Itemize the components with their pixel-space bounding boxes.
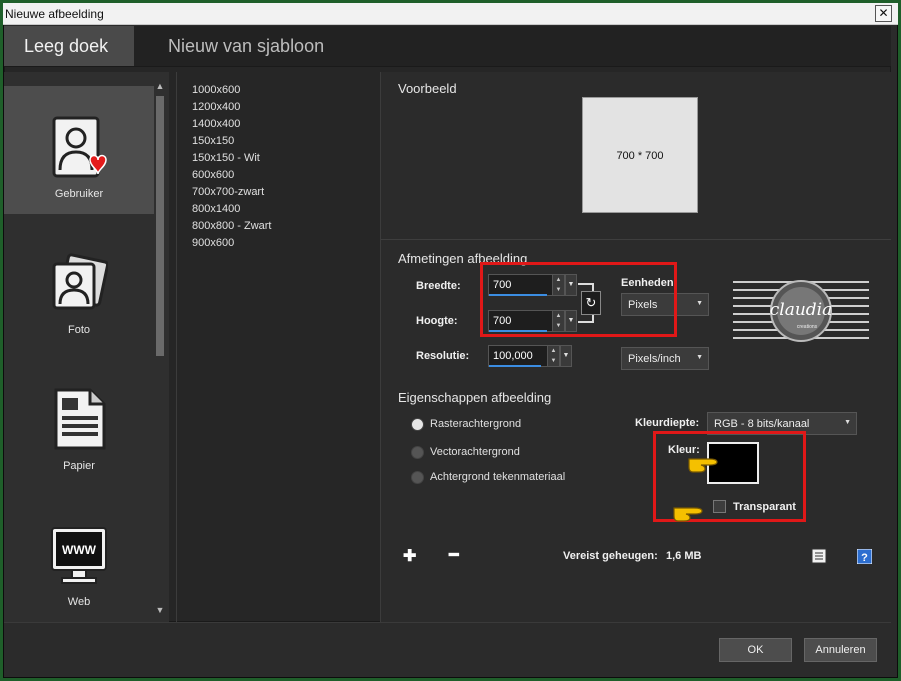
- resolution-value: 100,000: [493, 350, 533, 362]
- scroll-down-icon[interactable]: ▼: [154, 604, 166, 616]
- template-item[interactable]: 800x1400: [192, 201, 372, 218]
- user-icon: [52, 116, 107, 178]
- claudia-logo: claudia creations: [733, 280, 869, 342]
- template-item[interactable]: 150x150 - Wit: [192, 150, 372, 167]
- remove-template-icon[interactable]: ━: [449, 545, 459, 565]
- logo-text: claudia: [770, 300, 833, 320]
- resolution-dropdown-icon[interactable]: ▼: [560, 345, 572, 367]
- radio-art-media[interactable]: [411, 471, 424, 484]
- template-item[interactable]: 600x600: [192, 167, 372, 184]
- logo-subtext: creations: [797, 324, 818, 330]
- svg-text:?: ?: [861, 552, 868, 564]
- properties-title: Eigenschappen afbeelding: [398, 390, 552, 405]
- category-label: Gebruiker: [54, 188, 104, 200]
- category-papier[interactable]: Papier: [4, 358, 154, 486]
- add-template-icon[interactable]: ✚: [403, 546, 416, 566]
- chevron-down-icon: ▼: [696, 354, 703, 361]
- paper-icon: [54, 388, 106, 450]
- scroll-up-icon[interactable]: ▲: [154, 80, 166, 92]
- width-label: Breedte:: [416, 280, 461, 292]
- footer-divider: [4, 622, 891, 623]
- category-gebruiker[interactable]: Gebruiker: [4, 86, 154, 214]
- template-item[interactable]: 1000x600: [192, 82, 372, 99]
- resolution-units-select[interactable]: Pixels/inch ▼: [621, 347, 709, 370]
- document-icon[interactable]: [811, 548, 827, 564]
- category-label: Web: [67, 596, 91, 608]
- template-item[interactable]: 800x800 - Zwart: [192, 218, 372, 235]
- depth-value: RGB - 8 bits/kanaal: [714, 418, 810, 430]
- focus-underline: [489, 365, 541, 367]
- radio-label[interactable]: Rasterachtergrond: [430, 418, 521, 430]
- category-scrollbar[interactable]: ▲ ▼: [154, 78, 166, 618]
- photo-icon: [52, 253, 108, 310]
- pointing-hand-icon: [673, 507, 703, 522]
- tab-bar: Leeg doek Nieuw van sjabloon: [4, 26, 891, 66]
- chevron-down-icon: ▼: [844, 419, 851, 426]
- radio-label[interactable]: Vectorachtergrond: [430, 446, 520, 458]
- resolution-units-value: Pixels/inch: [628, 353, 681, 365]
- template-item[interactable]: 900x600: [192, 235, 372, 252]
- help-icon[interactable]: ?: [857, 549, 872, 564]
- radio-raster[interactable]: [411, 418, 424, 431]
- svg-text:WWW: WWW: [62, 543, 97, 557]
- title-bar: Nieuwe afbeelding ✕: [3, 3, 898, 25]
- tab-leeg-doek[interactable]: Leeg doek: [4, 26, 134, 66]
- highlight-box: [480, 262, 677, 337]
- radio-vector[interactable]: [411, 446, 424, 459]
- window-title: Nieuwe afbeelding: [5, 7, 104, 21]
- resolution-label: Resolutie:: [416, 350, 470, 362]
- divider: [176, 72, 177, 622]
- pointing-hand-icon: [688, 458, 718, 473]
- spin-arrows[interactable]: ▲ ▼: [547, 346, 559, 366]
- memory-value: 1,6 MB: [666, 550, 702, 562]
- web-icon: WWW: [51, 527, 107, 584]
- category-foto[interactable]: Foto: [4, 222, 154, 350]
- divider: [381, 239, 891, 240]
- preview-title: Voorbeeld: [398, 81, 457, 96]
- preview-box: 700 * 700: [582, 97, 698, 213]
- category-list: Gebruiker Foto Papier WWW Web: [4, 72, 169, 622]
- category-label: Foto: [67, 324, 90, 336]
- cancel-button[interactable]: Annuleren: [804, 638, 877, 662]
- scroll-thumb[interactable]: [156, 96, 164, 356]
- memory-label: Vereist geheugen:: [563, 550, 658, 562]
- height-label: Hoogte:: [416, 315, 458, 327]
- template-item[interactable]: 150x150: [192, 133, 372, 150]
- category-label: Papier: [63, 460, 95, 472]
- depth-label: Kleurdiepte:: [635, 417, 700, 429]
- template-item[interactable]: 1200x400: [192, 99, 372, 116]
- template-list: 1000x600 1200x400 1400x400 150x150 150x1…: [192, 82, 372, 252]
- ok-button[interactable]: OK: [719, 638, 792, 662]
- close-button[interactable]: ✕: [875, 5, 892, 22]
- template-item[interactable]: 700x700-zwart: [192, 184, 372, 201]
- resolution-spinbox[interactable]: 100,000 ▲ ▼ ▼: [488, 345, 572, 367]
- radio-label[interactable]: Achtergrond tekenmateriaal: [430, 471, 565, 483]
- tab-nieuw-van-sjabloon[interactable]: Nieuw van sjabloon: [168, 26, 324, 66]
- category-web[interactable]: WWW Web: [4, 494, 154, 622]
- template-item[interactable]: 1400x400: [192, 116, 372, 133]
- chevron-down-icon: ▼: [696, 300, 703, 307]
